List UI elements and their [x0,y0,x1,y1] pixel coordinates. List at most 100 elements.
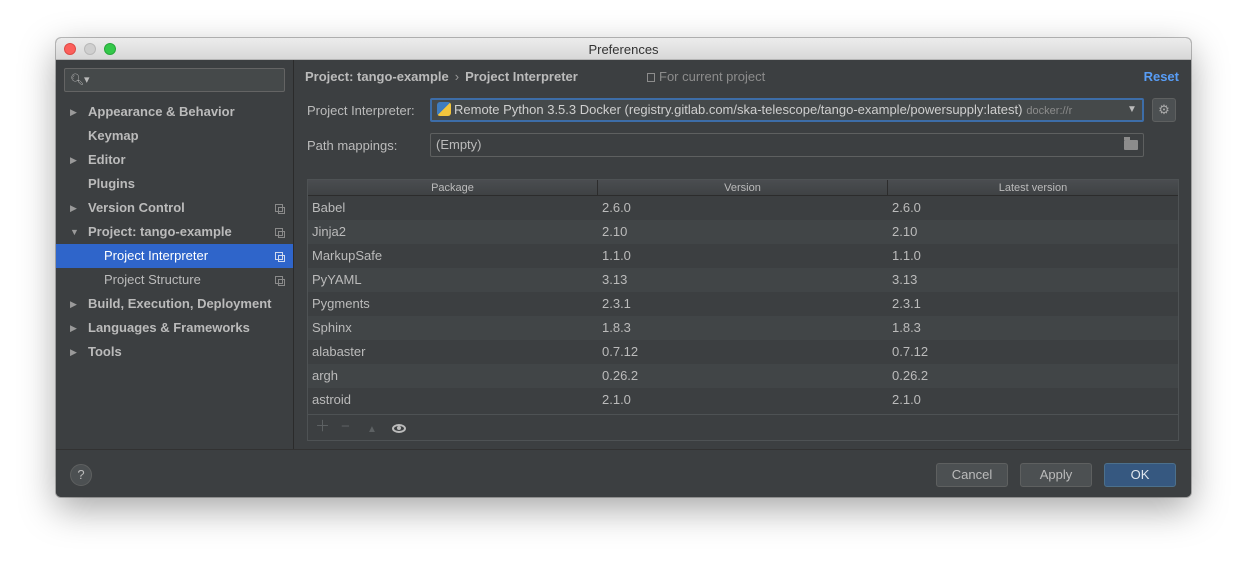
table-row[interactable]: Babel 2.6.0 2.6.0 [308,196,1178,220]
sidebar-item-project-interpreter[interactable]: Project Interpreter [56,244,293,268]
sidebar-item-editor[interactable]: ▶ Editor [56,148,293,172]
latest-version-cell: 2.10 [892,224,918,239]
collapsed-arrow-icon[interactable]: ▶ [70,340,77,364]
window-title: Preferences [588,42,659,57]
title-bar: Preferences [56,38,1191,60]
help-button[interactable]: ? [70,464,92,486]
version-cell: 2.6.0 [602,200,631,215]
package-name-cell: Jinja2 [312,224,346,239]
packages-table: Package Version Latest version Babel 2.6.… [307,179,1179,441]
scope-note-label: For current project [659,69,766,84]
version-cell: 1.8.3 [602,320,631,335]
breadcrumb-current: Project Interpreter [465,69,578,84]
version-cell: 2.1.0 [602,392,631,407]
sidebar-item-label: Plugins [88,176,135,191]
package-name-cell: MarkupSafe [312,248,383,263]
settings-sidebar: 🔍︎▾ ▶ Appearance & Behavior Keymap ▶ Editor P… [56,60,294,449]
collapsed-arrow-icon[interactable]: ▶ [70,292,77,316]
package-name-cell: Babel [312,200,346,215]
latest-version-cell: 2.3.1 [892,296,921,311]
project-scope-icon [275,276,285,286]
project-scope-icon [275,204,285,214]
table-row[interactable]: Sphinx 1.8.3 1.8.3 [308,316,1178,340]
latest-version-cell: 2.6.0 [892,200,921,215]
sidebar-item-label: Version Control [88,200,185,215]
project-scope-icon [275,252,285,262]
sidebar-item-label: Appearance & Behavior [88,104,235,119]
sidebar-item-build-execution-deployment[interactable]: ▶ Build, Execution, Deployment [56,292,293,316]
settings-content: Project: tango-example › Project Interpret… [295,60,1191,449]
breadcrumb-separator: › [454,69,460,84]
sidebar-item-keymap[interactable]: Keymap [56,124,293,148]
show-early-releases-eye-icon[interactable] [392,424,406,433]
sidebar-item-project-structure[interactable]: Project Structure [56,268,293,292]
table-row[interactable]: astroid 2.1.0 2.1.0 [308,388,1178,412]
package-name-cell: argh [312,368,339,383]
latest-version-cell: 0.7.12 [892,344,929,359]
reset-link[interactable]: Reset [1144,69,1179,84]
version-cell: 1.1.0 [602,248,631,263]
interpreter-value: Remote Python 3.5.3 Docker (registry.git… [454,102,1023,117]
sidebar-item-plugins[interactable]: Plugins [56,172,293,196]
apply-button[interactable]: Apply [1020,463,1092,487]
gear-icon: ⚙ [1158,102,1170,117]
collapsed-arrow-icon[interactable]: ▶ [70,316,77,340]
collapsed-arrow-icon[interactable]: ▶ [70,148,77,172]
table-row[interactable]: Pygments 2.3.1 2.3.1 [308,292,1178,316]
version-cell: 2.10 [602,224,628,239]
preferences-window: Preferences 🔍︎▾ ▶ Appearance & Behavior Ke… [56,38,1191,497]
packages-toolbar: ＋ − ▲ [308,414,1178,440]
interpreter-settings-button[interactable]: ⚙ [1152,98,1176,122]
cancel-button[interactable]: Cancel [936,463,1008,487]
table-header: Package Version Latest version [308,180,1178,196]
dialog-footer: ? Cancel Apply OK [56,449,1191,497]
table-row[interactable]: argh 0.26.2 0.26.2 [308,364,1178,388]
collapsed-arrow-icon[interactable]: ▶ [70,100,77,124]
table-row[interactable]: MarkupSafe 1.1.0 1.1.0 [308,244,1178,268]
folder-icon[interactable] [1124,137,1138,150]
python-docker-icon [437,102,451,116]
path-mappings-label: Path mappings: [307,138,398,153]
add-package-button[interactable]: ＋ [315,419,330,435]
path-mappings-field[interactable]: (Empty) [430,133,1144,157]
breadcrumb: Project: tango-example › Project Interpret… [305,69,578,84]
sidebar-item-label: Tools [88,344,122,359]
latest-version-cell: 0.26.2 [892,368,929,383]
expanded-arrow-icon[interactable]: ▼ [70,220,79,244]
interpreter-hint: docker://r [1026,105,1073,117]
column-header-latest-version[interactable]: Latest version [888,180,1178,196]
package-name-cell: PyYAML [312,272,362,287]
sidebar-item-languages-frameworks[interactable]: ▶ Languages & Frameworks [56,316,293,340]
sidebar-item-label: Project Interpreter [104,248,209,263]
ok-button[interactable]: OK [1104,463,1176,487]
package-name-cell: Sphinx [312,320,352,335]
latest-version-cell: 1.1.0 [892,248,921,263]
version-cell: 2.3.1 [602,296,631,311]
latest-version-cell: 3.13 [892,272,918,287]
latest-version-cell: 2.1.0 [892,392,921,407]
breadcrumb-parent[interactable]: Project: tango-example [305,69,449,84]
sidebar-item-tools[interactable]: ▶ Tools [56,340,293,364]
table-row[interactable]: PyYAML 3.13 3.13 [308,268,1178,292]
column-header-package[interactable]: Package [308,180,598,196]
sidebar-item-version-control[interactable]: ▶ Version Control [56,196,293,220]
collapsed-arrow-icon[interactable]: ▶ [70,196,77,220]
version-cell: 0.26.2 [602,368,639,383]
sidebar-item-label: Build, Execution, Deployment [88,296,272,311]
sidebar-item-project-tango-example[interactable]: ▼ Project: tango-example [56,220,293,244]
interpreter-dropdown[interactable]: Remote Python 3.5.3 Docker (registry.git… [430,98,1144,122]
table-row[interactable]: Jinja2 2.10 2.10 [308,220,1178,244]
search-icon: 🔍︎▾ [70,74,90,86]
package-name-cell: alabaster [312,344,366,359]
interpreter-label: Project Interpreter: [307,103,415,118]
table-row[interactable]: alabaster 0.7.12 0.7.12 [308,340,1178,364]
remove-package-button[interactable]: − [341,419,350,435]
settings-search-input[interactable]: 🔍︎▾ [64,68,285,92]
upgrade-package-button[interactable]: ▲ [367,422,377,438]
package-name-cell: Pygments [312,296,370,311]
column-header-version[interactable]: Version [598,180,888,196]
sidebar-item-appearance-behavior[interactable]: ▶ Appearance & Behavior [56,100,293,124]
sidebar-item-label: Project Structure [104,272,201,287]
chevron-down-icon[interactable]: ▼ [1122,100,1142,120]
sidebar-item-label: Keymap [88,128,139,143]
